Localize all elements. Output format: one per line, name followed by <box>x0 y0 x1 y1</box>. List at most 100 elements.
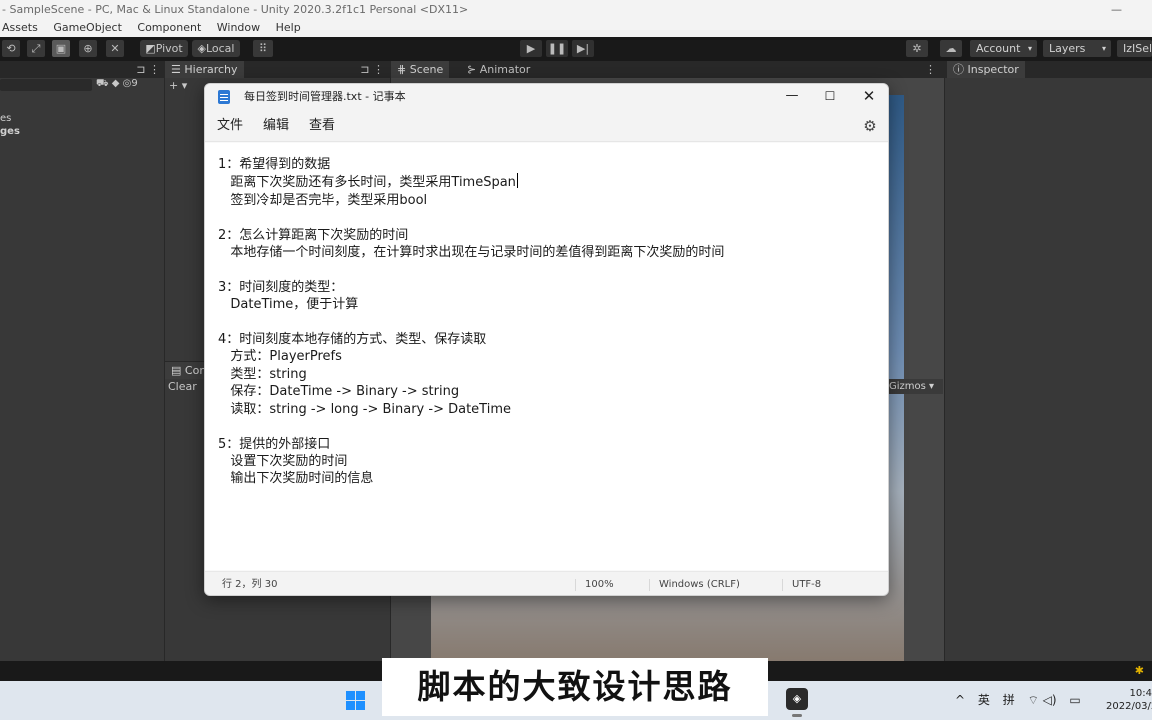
menu-window[interactable]: Window <box>217 19 260 37</box>
menu-assets[interactable]: Assets <box>2 19 38 37</box>
ime-mode-indicator[interactable]: 拼 <box>1003 681 1015 720</box>
video-subtitle: 脚本的大致设计思路 <box>382 658 768 716</box>
minimize-button[interactable]: — <box>773 84 811 110</box>
pivot-icon: ◩ <box>145 42 156 55</box>
hidden-count: 9 <box>131 78 138 89</box>
text-line: 5：提供的外部接口 <box>218 436 331 452</box>
battery-icon[interactable]: ▭ <box>1069 681 1080 720</box>
active-app-indicator <box>792 714 802 717</box>
unity-minimize-button[interactable]: — <box>1111 0 1122 19</box>
layers-label: Layers <box>1049 42 1086 55</box>
tab-scene[interactable]: ⋕ Scene <box>391 61 450 78</box>
tab-animator[interactable]: ⊱ Animator <box>461 61 537 78</box>
project-filter-bar: ⛟ ◆ ◎9 <box>96 78 138 91</box>
text-line: 4：时间刻度本地存储的方式、类型、保存读取 <box>218 332 487 348</box>
collab-icon[interactable]: ✲ <box>906 40 928 57</box>
layout-dropdown[interactable]: IzISelf <box>1117 40 1152 57</box>
console-clear-button[interactable]: Clear <box>168 380 197 393</box>
tab-hierarchy[interactable]: ☰ Hierarchy <box>165 61 244 78</box>
gear-icon[interactable]: ⚙ <box>862 118 878 134</box>
menu-help[interactable]: Help <box>276 19 301 37</box>
close-button[interactable]: ✕ <box>850 84 888 110</box>
text-line: 签到冷却是否完毕，类型采用bool <box>218 192 428 208</box>
cloud-icon[interactable]: ☁ <box>940 40 962 57</box>
play-button[interactable]: ▶ <box>520 40 542 57</box>
text-line: 方式：PlayerPrefs <box>218 349 342 365</box>
notepad-window: 每日签到时间管理器.txt - 记事本 — ☐ ✕ 文件 编辑 查看 ⚙ 1：希… <box>204 83 889 596</box>
project-folder-item[interactable]: es <box>0 112 20 125</box>
clock-time: 10:4 <box>1129 688 1152 699</box>
pivot-toggle[interactable]: ◩Pivot <box>140 40 188 57</box>
status-divider <box>782 579 783 591</box>
network-volume-icon[interactable]: ⌔ ◁) <box>1028 681 1057 720</box>
menu-edit[interactable]: 编辑 <box>263 110 289 142</box>
project-folder-item[interactable]: ges <box>0 125 20 138</box>
project-panel: ⊐ ⋮ ⛟ ◆ ◎9 es ges <box>0 61 164 661</box>
menu-gameobject[interactable]: GameObject <box>53 19 122 37</box>
tag-filter-icon[interactable]: ⛟ <box>96 78 109 89</box>
text-line <box>218 261 724 278</box>
status-divider <box>575 579 576 591</box>
gizmos-dropdown[interactable]: Gizmos ▾ <box>887 379 943 394</box>
notepad-title: 每日签到时间管理器.txt - 记事本 <box>244 90 406 103</box>
text-line: DateTime，便于计算 <box>218 297 359 313</box>
inspector-panel: ⓘ Inspector <box>945 61 1152 661</box>
notepad-status-bar: 行 2，列 30 100% Windows (CRLF) UTF-8 <box>205 571 888 595</box>
unity-window-title: - SampleScene - PC, Mac & Linux Standalo… <box>2 3 469 16</box>
tab-inspector[interactable]: ⓘ Inspector <box>947 61 1025 78</box>
cube-icon: ◈ <box>197 42 206 55</box>
text-line: 本地存储一个时间刻度，在计算时求出现在与记录时间的差值得到距离下次奖励的时间 <box>218 245 725 261</box>
tab-scene-label: Scene <box>409 63 444 76</box>
panel-menu-icon[interactable]: ⊐ ⋮ <box>360 61 384 78</box>
status-divider <box>649 579 650 591</box>
text-line: 设置下次奖励的时间 <box>218 453 348 469</box>
hierarchy-panel-header: ☰ Hierarchy ⊐ ⋮ <box>165 61 390 78</box>
animator-icon: ⊱ <box>467 63 477 76</box>
hierarchy-add-button[interactable]: + ▾ <box>169 79 187 92</box>
panel-menu-icon[interactable]: ⋮ <box>925 61 936 78</box>
ime-language-indicator[interactable]: 英 <box>978 681 990 720</box>
status-zoom[interactable]: 100% <box>585 572 614 595</box>
maximize-button[interactable]: ☐ <box>811 84 849 110</box>
notepad-text-area[interactable]: 1：希望得到的数据 距离下次奖励还有多长时间，类型采用TimeSpan 签到冷却… <box>205 143 888 570</box>
menu-component[interactable]: Component <box>137 19 201 37</box>
text-line: 2：怎么计算距离下次奖励的时间 <box>218 227 409 243</box>
status-line-ending[interactable]: Windows (CRLF) <box>659 572 740 595</box>
account-label: Account <box>976 42 1021 55</box>
tray-overflow-icon[interactable]: ^ <box>955 681 965 720</box>
scale-tool-icon[interactable]: ⤢ <box>27 40 45 57</box>
status-encoding[interactable]: UTF-8 <box>792 572 821 595</box>
transform-tool-icon[interactable]: ⊕ <box>79 40 97 57</box>
panel-menu-icon[interactable]: ⊐ ⋮ <box>136 61 160 78</box>
local-toggle[interactable]: ◈Local <box>192 40 240 57</box>
label-filter-icon[interactable]: ◆ <box>112 78 120 89</box>
taskbar-clock[interactable]: 10:4 2022/03/2 <box>1106 687 1152 713</box>
unity-app-icon[interactable]: ◈ <box>786 688 808 710</box>
grid-snap-icon[interactable]: ⠿ <box>253 40 273 57</box>
menu-file[interactable]: 文件 <box>217 110 243 142</box>
project-folder-list: es ges <box>0 112 20 138</box>
bug-icon[interactable]: ✱ <box>1135 664 1144 677</box>
notepad-title-bar[interactable]: 每日签到时间管理器.txt - 记事本 — ☐ ✕ <box>205 84 888 110</box>
custom-tool-icon[interactable]: ✕ <box>106 40 124 57</box>
tab-animator-label: Animator <box>479 63 531 76</box>
info-icon: ⓘ <box>953 63 964 76</box>
local-label: Local <box>205 42 235 55</box>
notepad-text-content: 1：希望得到的数据 距离下次奖励还有多长时间，类型采用TimeSpan 签到冷却… <box>218 156 724 488</box>
grid-icon: ⋕ <box>397 63 407 76</box>
rotate-tool-icon[interactable]: ⟲ <box>2 40 20 57</box>
text-line: 输出下次奖励时间的信息 <box>218 471 374 487</box>
step-button[interactable]: ▶| <box>572 40 594 57</box>
menu-view[interactable]: 查看 <box>309 110 335 142</box>
project-panel-header: ⊐ ⋮ <box>0 61 164 78</box>
unity-toolbar: ⟲ ⤢ ▣ ⊕ ✕ ◩Pivot ◈Local ⠿ ▶ ❚❚ ▶| ✲ ☁ Ac… <box>0 37 1152 61</box>
rect-tool-icon[interactable]: ▣ <box>52 40 70 57</box>
project-search-input[interactable] <box>0 79 92 91</box>
chevron-down-icon: ▾ <box>1101 44 1106 53</box>
text-line <box>218 209 724 226</box>
account-dropdown[interactable]: Account ▾ <box>970 40 1037 57</box>
text-line: 距离下次奖励还有多长时间，类型采用TimeSpan <box>218 173 518 191</box>
pause-button[interactable]: ❚❚ <box>546 40 568 57</box>
windows-start-icon[interactable] <box>346 691 365 710</box>
layers-dropdown[interactable]: Layers ▾ <box>1043 40 1111 57</box>
